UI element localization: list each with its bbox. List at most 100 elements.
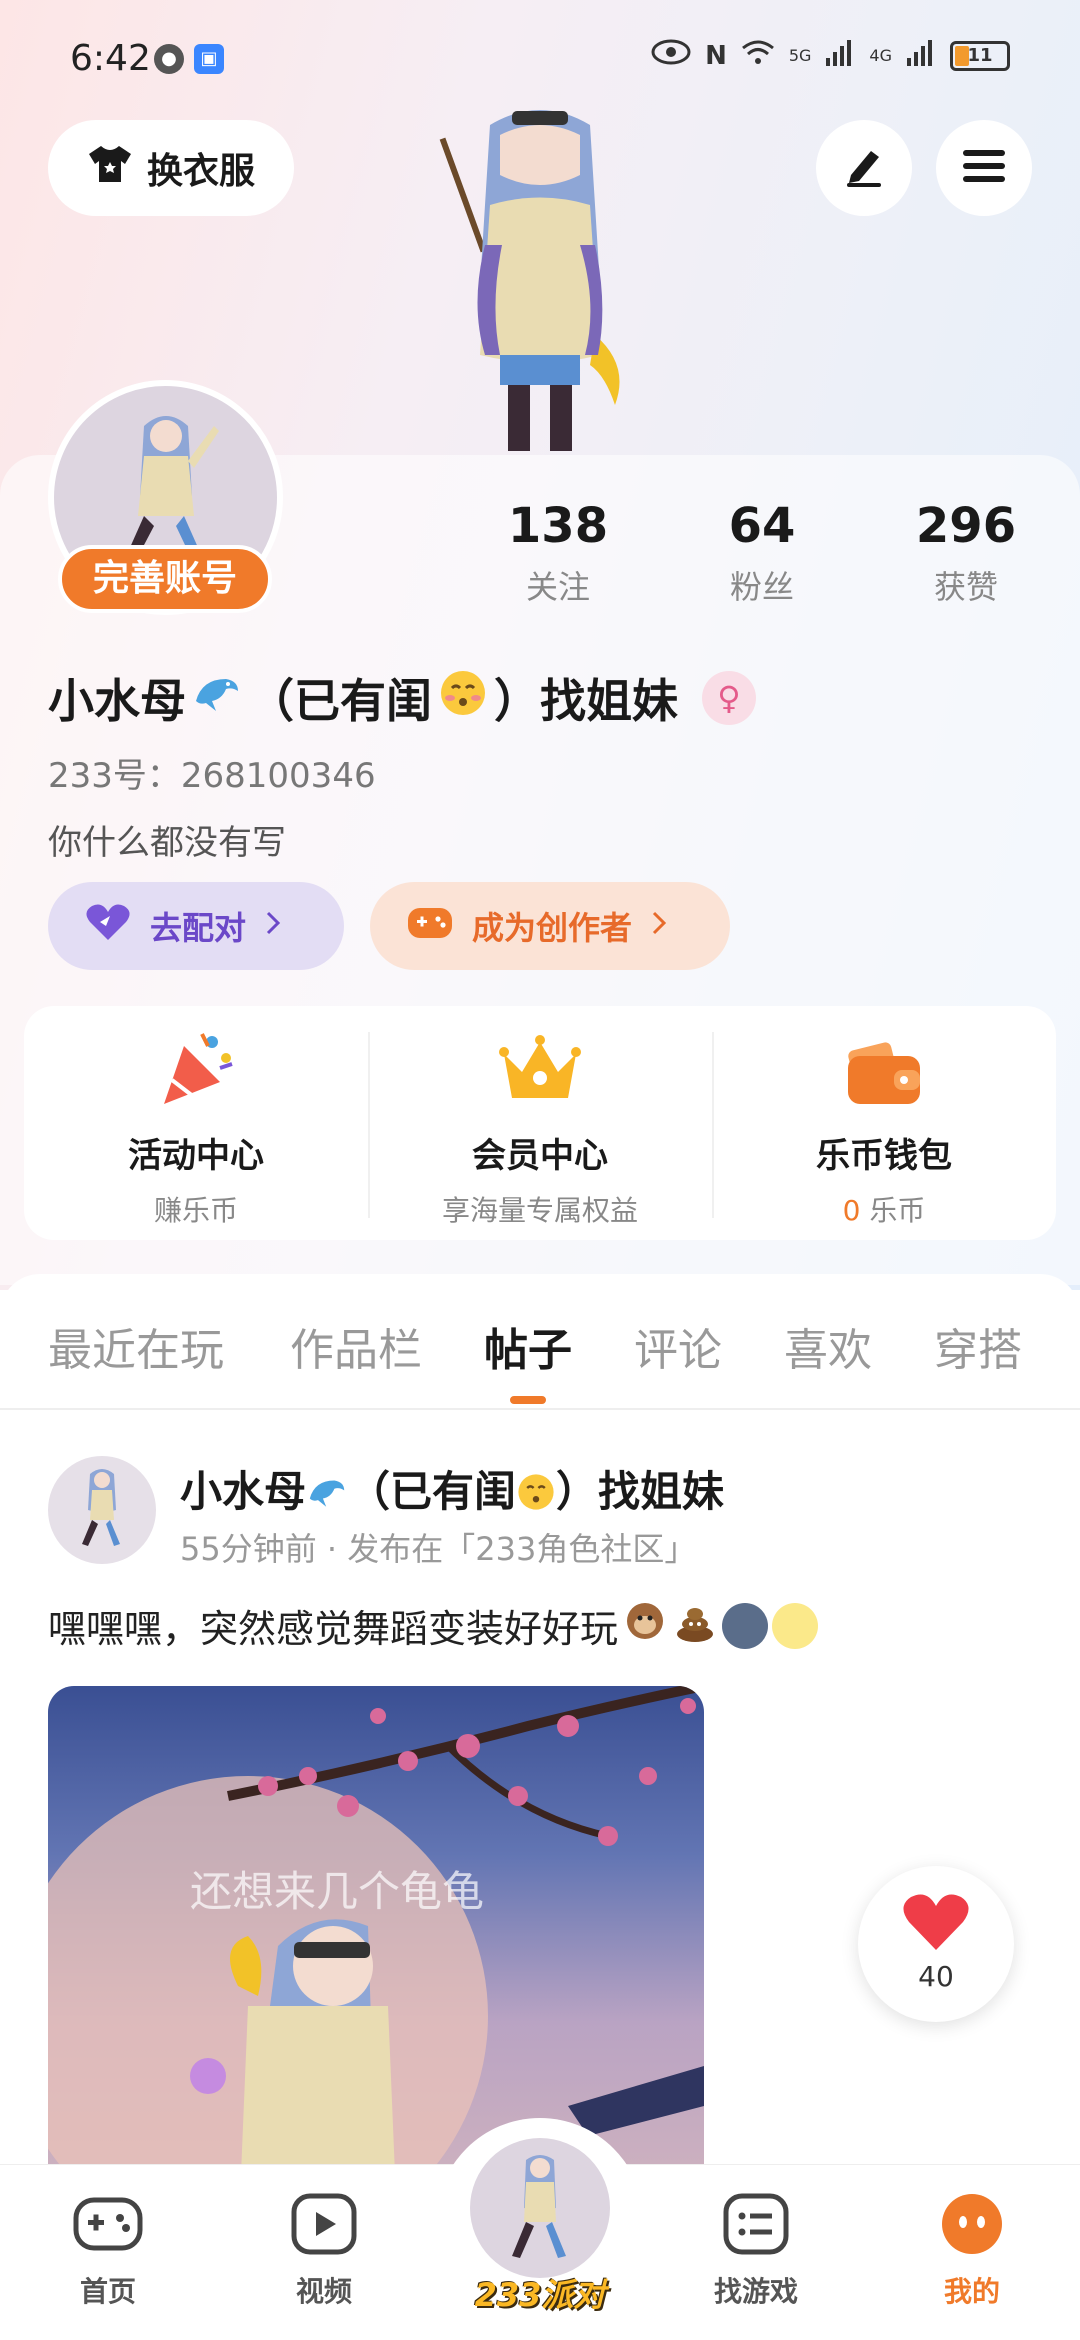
become-creator-button[interactable]: 成为创作者 [370,882,730,970]
notification-icon: ● [154,44,184,74]
nickname-text-3: ）找姐妹 [494,674,678,728]
followers-label: 粉丝 [729,568,794,606]
user-id[interactable]: 233号：268100346 [48,748,376,797]
kissing-face-icon [516,1467,556,1516]
status-icons: N 5G 4G 11 [651,38,1010,73]
profile-bio[interactable]: 你什么都没有写 [48,815,286,864]
chevron-right-icon [650,907,668,945]
stat-following[interactable]: 138 关注 [478,498,638,608]
hamburger-icon [961,146,1007,190]
match-label: 去配对 [150,909,247,947]
avatar-character-image[interactable] [430,105,650,455]
stat-followers[interactable]: 64 粉丝 [682,498,842,608]
tab-likes[interactable]: 喜欢 [784,1314,872,1378]
wallet-button[interactable]: 乐币钱包 0 乐币 [712,1006,1056,1240]
crown-icon [498,1028,582,1112]
signal-icon [825,38,855,73]
wallet-title: 乐币钱包 [816,1136,952,1176]
full-moon-face-icon [772,1602,819,1649]
change-outfit-button[interactable]: 换衣服 [48,120,294,216]
followers-count: 64 [728,498,796,554]
activity-center-title: 活动中心 [128,1136,264,1176]
status-bar: 6:42 ● ▣ N 5G 4G 11 [0,0,1080,120]
active-tab-indicator [510,1396,546,1404]
poop-icon [672,1598,718,1653]
nickname-text-2: （已有闺 [248,674,432,728]
chevron-right-icon [264,907,282,945]
monkey-icon [622,1598,668,1653]
list-icon [720,2193,792,2260]
party-popper-icon [154,1028,238,1112]
nav-me[interactable]: 我的 [892,2192,1052,2310]
status-time: 6:42 [70,38,151,79]
nav-find-games-label: 找游戏 [713,2275,798,2308]
like-count: 40 [918,1960,954,1993]
following-count: 138 [507,498,609,554]
nav-video-label: 视频 [295,2275,352,2308]
pencil-icon [841,143,887,193]
vip-center-title: 会员中心 [472,1136,608,1176]
activity-center-button[interactable]: 活动中心 赚乐币 [24,1006,368,1240]
profile-nickname: 小水母 （已有闺 ）找姐妹 ♀ [48,665,756,731]
signal-label-2: 4G [869,46,892,65]
image-overlay-text: 还想来几个龟龟 [190,1867,485,1916]
following-label: 关注 [525,568,590,606]
profile-face-icon [936,2194,1008,2260]
dolphin-icon [306,1467,348,1516]
stat-likes[interactable]: 296 获赞 [886,498,1046,608]
heart-icon [84,902,132,950]
female-gender-icon: ♀ [702,671,756,725]
nav-video[interactable]: 视频 [244,2192,404,2310]
change-outfit-label: 换衣服 [146,151,255,192]
coin-amount: 0 [842,1194,861,1227]
battery-icon: 11 [950,40,1010,71]
likes-count: 296 [915,498,1017,554]
play-icon [288,2193,360,2260]
tab-comments[interactable]: 评论 [634,1314,722,1378]
author-text-1: 小水母 [180,1467,307,1516]
tab-outfits[interactable]: 穿搭 [934,1314,1022,1378]
post-text-body: 嘿嘿嘿，突然感觉舞蹈变装好好玩 [48,1607,619,1651]
likes-label: 获赞 [933,568,998,606]
nickname-text-1: 小水母 [48,674,186,728]
tab-posts[interactable]: 帖子 [484,1314,572,1378]
heart-icon [858,1892,1014,1956]
edit-profile-button[interactable] [816,120,912,216]
nav-me-label: 我的 [943,2275,1000,2308]
signal-icon-2 [906,38,936,73]
feature-shortcuts: 活动中心 赚乐币 会员中心 享海量专属权益 乐币钱包 0 乐币 [24,1006,1056,1240]
nfc-icon: N [705,40,727,71]
become-creator-label: 成为创作者 [472,909,633,947]
kissing-face-icon [438,668,488,729]
complete-account-button[interactable]: 完善账号 [58,545,272,613]
dolphin-icon [192,671,242,726]
wifi-icon [741,38,775,73]
match-button[interactable]: 去配对 [48,882,344,970]
tab-recently-played[interactable]: 最近在玩 [48,1314,224,1378]
vip-center-subtitle: 享海量专属权益 [441,1194,638,1227]
like-button[interactable]: 40 [858,1866,1014,2022]
new-moon-face-icon [722,1602,769,1649]
post-author-name[interactable]: 小水母 （已有闺 ）找姐妹 [180,1458,724,1519]
coin-unit: 乐币 [869,1194,926,1227]
wallet-icon [842,1028,926,1112]
author-text-2: （已有闺 [348,1467,517,1516]
nav-party-avatar[interactable] [470,2138,610,2278]
eye-icon [651,39,691,72]
activity-center-subtitle: 赚乐币 [153,1194,238,1227]
nav-home[interactable]: 首页 [28,2192,188,2310]
post-text[interactable]: 嘿嘿嘿，突然感觉舞蹈变装好好玩 [48,1598,819,1653]
nav-party-label[interactable]: 233派对 [440,2270,640,2316]
gamepad-icon [406,902,454,950]
wallet-subtitle: 0 乐币 [843,1189,926,1229]
nav-home-label: 首页 [79,2275,136,2308]
vip-center-button[interactable]: 会员中心 享海量专属权益 [368,1006,712,1240]
gamepad-icon [72,2197,144,2260]
app-notification-icon: ▣ [194,44,224,74]
author-text-3: ）找姐妹 [556,1467,725,1516]
nav-find-games[interactable]: 找游戏 [676,2192,836,2310]
post-author-avatar[interactable] [48,1456,156,1564]
tab-works[interactable]: 作品栏 [290,1314,422,1378]
menu-button[interactable] [936,120,1032,216]
post-meta: 55分钟前 · 发布在「233角色社区」 [180,1530,697,1568]
